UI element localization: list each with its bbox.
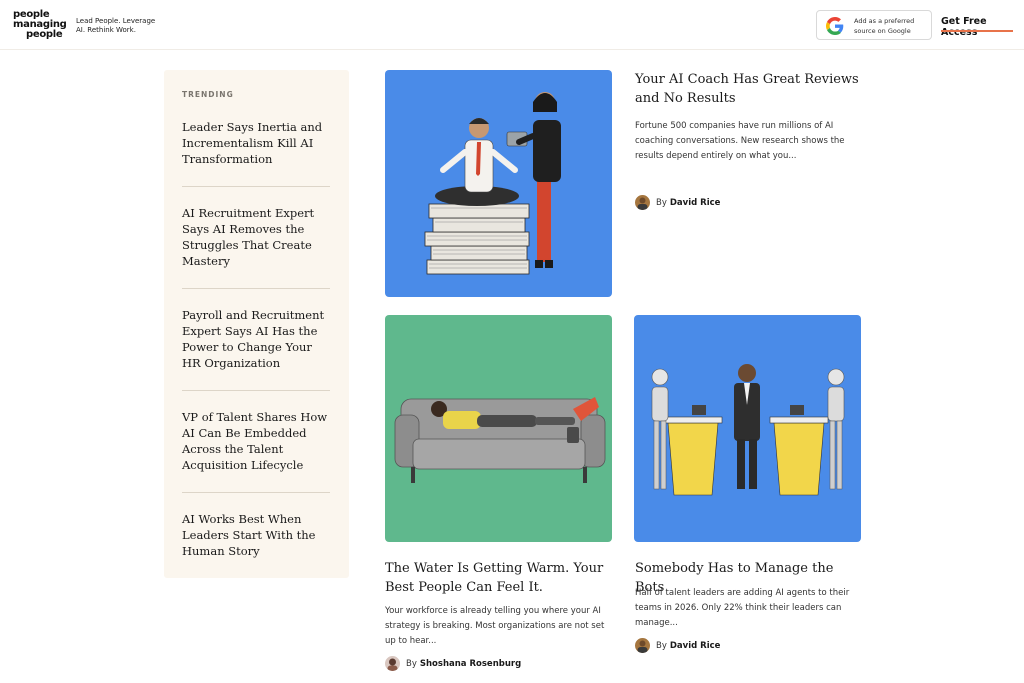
author-name[interactable]: David Rice xyxy=(670,641,721,651)
article-excerpt: Fortune 500 companies have run millions … xyxy=(635,121,845,161)
author-name[interactable]: David Rice xyxy=(670,198,721,208)
article-excerpt: Your workforce is already telling you wh… xyxy=(385,606,605,646)
byline-prefix: By xyxy=(406,658,417,669)
sofa-illustration-icon xyxy=(394,397,606,483)
coach-illustration-icon xyxy=(424,92,561,275)
article-image-ai-coach[interactable] xyxy=(385,70,612,297)
trending-item[interactable]: AI Recruitment Expert Says AI Removes th… xyxy=(182,205,330,269)
logo-line: people xyxy=(26,29,63,40)
trending-label: TRENDING xyxy=(182,90,234,99)
author-avatar xyxy=(385,656,400,671)
google-preferred-source-button[interactable]: Add as a preferred source on Google xyxy=(816,10,932,40)
divider xyxy=(182,186,330,187)
get-free-access-link[interactable]: Get Free Access xyxy=(941,16,1024,38)
site-logo[interactable]: people managing people xyxy=(13,10,67,40)
byline-prefix: By xyxy=(656,197,667,208)
google-icon xyxy=(826,17,844,35)
article-byline: By Shoshana Rosenburg xyxy=(385,656,521,671)
divider xyxy=(182,288,330,289)
trending-item[interactable]: VP of Talent Shares How AI Can Be Embedd… xyxy=(182,409,330,473)
trending-sidebar: TRENDING Leader Says Inertia and Increme… xyxy=(164,70,349,578)
divider xyxy=(182,492,330,493)
article-byline: By David Rice xyxy=(635,195,720,210)
article-image-manage-bots[interactable] xyxy=(634,315,861,542)
divider xyxy=(182,390,330,391)
author-avatar xyxy=(635,638,650,653)
byline-prefix: By xyxy=(656,640,667,651)
author-name[interactable]: Shoshana Rosenburg xyxy=(420,659,521,669)
article-title[interactable]: The Water Is Getting Warm. Your Best Peo… xyxy=(385,559,613,597)
robots-illustration-icon xyxy=(651,364,845,496)
trending-item[interactable]: Payroll and Recruitment Expert Says AI H… xyxy=(182,307,330,371)
google-badge-text: Add as a preferred source on Google xyxy=(854,17,915,35)
site-tagline: Lead People. Leverage AI. Rethink Work. xyxy=(76,17,156,34)
trending-item[interactable]: AI Works Best When Leaders Start With th… xyxy=(182,511,330,559)
article-image-water-warm[interactable] xyxy=(385,315,612,542)
article-excerpt: Half of talent leaders are adding AI age… xyxy=(635,588,850,628)
site-header: people managing people Lead People. Leve… xyxy=(0,0,1024,50)
trending-item[interactable]: Leader Says Inertia and Incrementalism K… xyxy=(182,119,330,167)
article-title[interactable]: Your AI Coach Has Great Reviews and No R… xyxy=(635,70,865,108)
cta-underline xyxy=(941,30,1013,32)
article-byline: By David Rice xyxy=(635,638,720,653)
author-avatar xyxy=(635,195,650,210)
